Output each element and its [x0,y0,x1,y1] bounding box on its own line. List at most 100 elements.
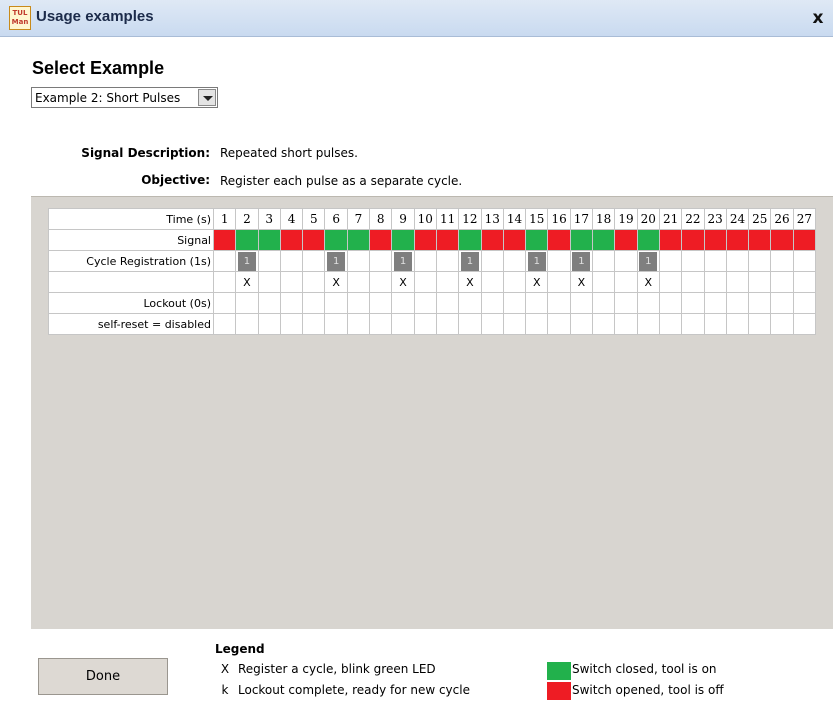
self-reset-cell [458,313,482,335]
objective-label: Objective: [141,173,210,187]
cycle-cell: 1 [636,250,660,272]
self-reset-cell [212,313,237,335]
done-button[interactable]: Done [38,658,168,695]
time-cell: 12 [458,208,482,230]
cycle-cell [592,250,616,272]
self-reset-cell [302,313,326,335]
lockout-cell [614,292,638,314]
self-reset-cell [413,313,437,335]
cycle-registration-label: Cycle Registration (1s) [48,250,214,272]
lockout-cell [725,292,750,314]
signal-cell-on [391,229,415,251]
self-reset-cell [770,313,794,335]
register-mark-cell [770,271,794,293]
lockout-cell [257,292,281,314]
register-mark-cell [748,271,772,293]
signal-cell-off [725,229,750,251]
time-cell: 19 [614,208,638,230]
cycle-cell [413,250,437,272]
register-mark-cell [369,271,393,293]
self-reset-cell [792,313,817,335]
register-mark-label [48,271,214,293]
register-mark-cell: X [525,271,549,293]
legend-key: X [220,662,230,676]
self-reset-cell [480,313,504,335]
lockout-cell [458,292,482,314]
register-mark-cell [592,271,616,293]
register-marker: 1 [527,251,546,271]
time-row-label: Time (s) [48,208,214,230]
signal-cell-off [681,229,705,251]
time-cell: 15 [525,208,549,230]
cycle-cell [681,250,705,272]
select-example-heading: Select Example [32,58,165,78]
app-icon: TUL Man [9,6,31,30]
self-reset-cell [235,313,259,335]
time-cell: 27 [792,208,817,230]
time-cell: 5 [302,208,326,230]
time-cell: 3 [257,208,281,230]
signal-cell-on [257,229,281,251]
self-reset-row: self-reset = disabled [48,313,817,335]
cycle-cell [792,250,817,272]
register-mark-cell [413,271,437,293]
time-cell: 25 [748,208,772,230]
signal-cell-on [525,229,549,251]
time-cell: 26 [770,208,794,230]
cycle-cell [770,250,794,272]
register-marker: 1 [394,251,413,271]
cycle-cell: 1 [324,250,348,272]
close-icon[interactable]: x [807,6,829,30]
register-mark-cell [792,271,817,293]
lockout-cell [547,292,571,314]
signal-cell-on [324,229,348,251]
register-marker: 1 [460,251,479,271]
signal-cell-off [435,229,460,251]
register-mark-cell [302,271,326,293]
time-cell: 16 [547,208,571,230]
time-cell: 23 [703,208,727,230]
lockout-cell [748,292,772,314]
time-cell: 4 [279,208,304,230]
register-mark-cell [725,271,750,293]
self-reset-cell [636,313,660,335]
lockout-cell [302,292,326,314]
self-reset-cell [257,313,281,335]
register-marker: 1 [639,251,658,271]
signal-row-label: Signal [48,229,214,251]
time-cell: 17 [569,208,594,230]
lockout-cell [413,292,437,314]
cycle-cell [257,250,281,272]
time-cell: 21 [658,208,683,230]
signal-description-text: Repeated short pulses. [220,146,358,160]
lockout-cell [480,292,504,314]
signal-cell-on [235,229,259,251]
signal-cell-off [502,229,527,251]
lockout-cell [636,292,660,314]
self-reset-cell [748,313,772,335]
lockout-cell [391,292,415,314]
cycle-cell: 1 [525,250,549,272]
chevron-down-icon[interactable] [198,89,216,106]
lockout-cell [502,292,527,314]
signal-cell-off [658,229,683,251]
lockout-cell [279,292,304,314]
signal-cell-off [369,229,393,251]
switch-opened-swatch [547,682,571,700]
lockout-cell [658,292,683,314]
time-cell: 11 [435,208,460,230]
time-cell: 2 [235,208,259,230]
signal-cell-off [792,229,817,251]
switch-opened-label: Switch opened, tool is off [572,683,724,697]
switch-closed-swatch [547,662,571,680]
time-cell: 13 [480,208,504,230]
register-mark-cell [212,271,237,293]
signal-cell-on [636,229,660,251]
example-dropdown[interactable]: Example 2: Short Pulses [31,87,218,108]
time-cell: 6 [324,208,348,230]
time-cell: 14 [502,208,527,230]
self-reset-cell [369,313,393,335]
register-mark-cell [703,271,727,293]
self-reset-cell [658,313,683,335]
signal-cell-on [458,229,482,251]
